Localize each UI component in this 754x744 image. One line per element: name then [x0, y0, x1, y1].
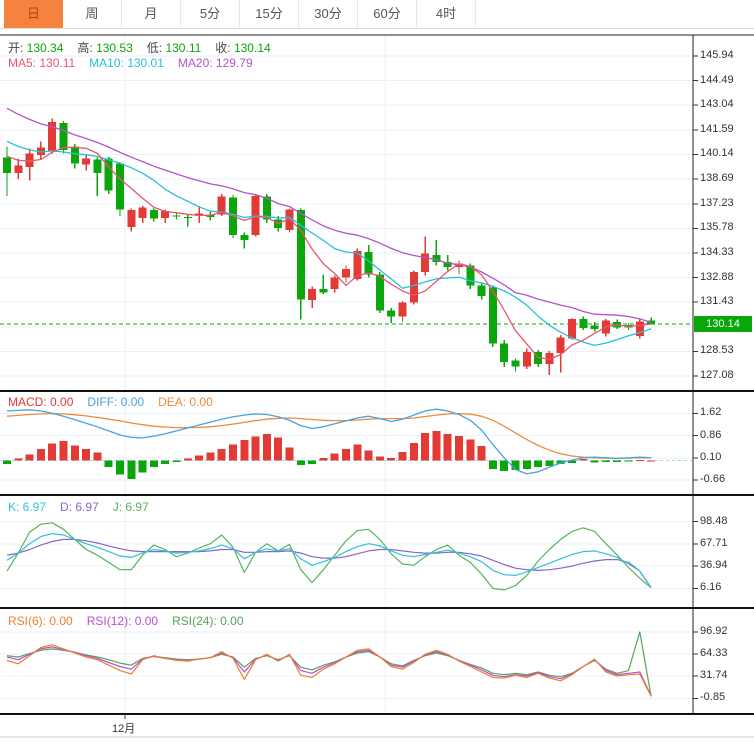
macd-bar	[591, 461, 599, 463]
candle-body	[512, 360, 520, 366]
macd-bar	[37, 449, 45, 461]
macd-bar	[82, 449, 90, 461]
macd-bar	[523, 461, 531, 469]
macd-bar	[432, 431, 440, 461]
candle-body	[240, 235, 248, 240]
candle-body	[399, 303, 407, 317]
macd-bar	[478, 446, 486, 461]
candle-body	[387, 310, 395, 316]
macd-bar	[14, 458, 22, 460]
macd-bar	[252, 437, 260, 461]
candle-body	[139, 208, 147, 218]
macd-bar	[195, 455, 203, 460]
macd-bar	[240, 440, 248, 460]
macd-bar	[387, 458, 395, 461]
macd-bar	[48, 444, 56, 461]
macd-bar	[410, 443, 418, 461]
macd-bar	[625, 461, 633, 462]
d-line	[7, 539, 651, 587]
candle-body	[173, 215, 181, 216]
macd-bar	[319, 458, 327, 461]
j-line	[7, 523, 651, 590]
candle-body	[568, 319, 576, 339]
macd-bar	[342, 449, 350, 461]
macd-bar	[331, 453, 339, 460]
candle-body	[127, 210, 135, 227]
candle-body	[579, 319, 587, 328]
macd-bar	[184, 458, 192, 460]
macd-bar	[489, 461, 497, 469]
macd-bar	[93, 453, 101, 461]
candle-body	[410, 272, 418, 303]
candle-body	[14, 165, 22, 173]
macd-bar	[116, 461, 124, 475]
macd-bar	[534, 461, 542, 467]
macd-bar	[173, 461, 181, 462]
macd-bar	[602, 461, 610, 462]
macd-bar	[263, 434, 271, 461]
candle-body	[478, 286, 486, 296]
macd-bar	[139, 461, 147, 473]
macd-bar	[286, 448, 294, 461]
candle-body	[71, 147, 79, 164]
chart-canvas[interactable]	[0, 0, 754, 744]
candle-body	[342, 269, 350, 277]
candle-body	[150, 210, 158, 218]
candle-body	[308, 289, 316, 300]
macd-bar	[579, 459, 587, 460]
macd-bar	[105, 461, 113, 467]
macd-bar	[636, 460, 644, 461]
macd-bar	[353, 445, 361, 461]
candle-body	[82, 158, 90, 164]
macd-bar	[26, 454, 34, 460]
macd-bar	[71, 445, 79, 460]
macd-bar	[455, 436, 463, 461]
candle-body	[523, 352, 531, 366]
ma10-line	[7, 141, 651, 345]
macd-bar	[365, 450, 373, 460]
candle-body	[252, 196, 260, 235]
macd-bar	[421, 433, 429, 461]
candle-body	[184, 217, 192, 218]
macd-bar	[308, 461, 316, 465]
macd-bar	[60, 441, 68, 461]
candle-body	[116, 164, 124, 210]
macd-bar	[150, 461, 158, 467]
rsi24-line	[7, 632, 651, 697]
macd-bar	[613, 461, 621, 462]
macd-bar	[297, 461, 305, 465]
macd-bar	[218, 449, 226, 461]
trading-chart-app: 日周月5分15分30分60分4时 开: 130.34高: 130.53低: 13…	[0, 0, 754, 744]
macd-bar	[161, 461, 169, 465]
ma20-line	[7, 108, 651, 322]
candle-body	[421, 254, 429, 273]
candle-body	[376, 275, 384, 311]
macd-bar	[274, 437, 282, 460]
candle-body	[319, 289, 327, 292]
macd-bar	[3, 461, 11, 465]
macd-bar	[444, 434, 452, 461]
k-line	[7, 534, 651, 588]
macd-bar	[647, 460, 655, 461]
rsi6-line	[7, 645, 651, 697]
candle-body	[93, 159, 101, 173]
macd-bar	[127, 461, 135, 479]
candle-body	[557, 337, 565, 352]
candle-body	[500, 343, 508, 362]
macd-bar	[229, 445, 237, 461]
macd-bar	[376, 456, 384, 460]
macd-bar	[545, 461, 553, 466]
candle-body	[3, 158, 11, 173]
macd-bar	[466, 440, 474, 461]
macd-bar	[500, 461, 508, 471]
macd-bar	[206, 453, 214, 461]
candle-body	[60, 123, 68, 150]
candle-body	[591, 326, 599, 329]
macd-bar	[399, 452, 407, 461]
candle-body	[331, 277, 339, 289]
